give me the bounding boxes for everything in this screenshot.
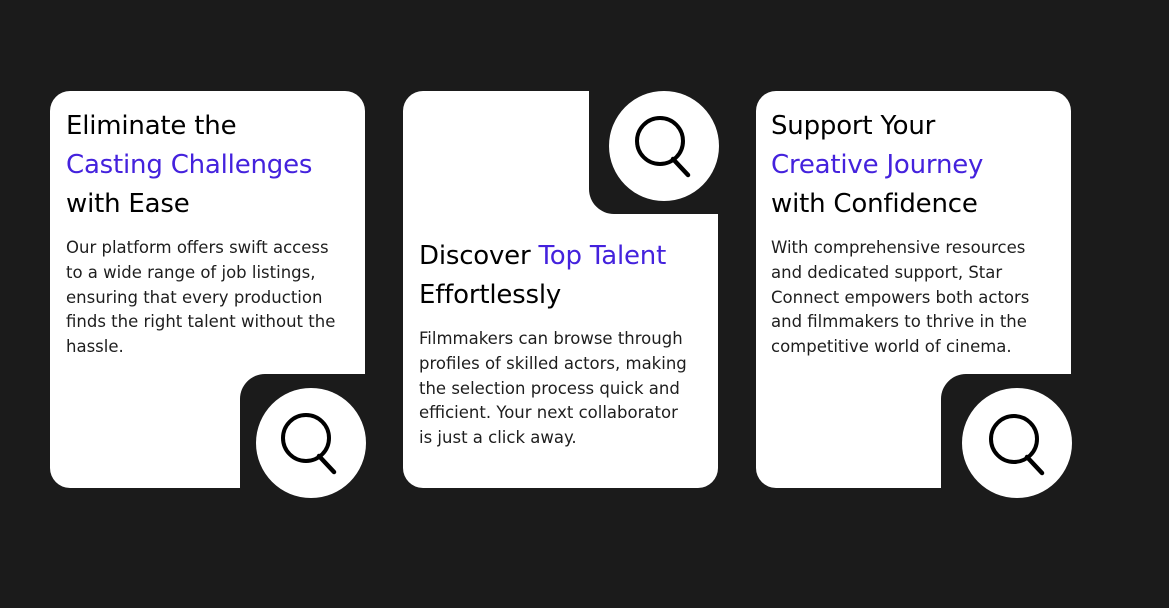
card-description-line: finds the right talent without the — [66, 312, 336, 332]
card-title-line: Eliminate the — [66, 111, 237, 141]
card-description-line: With comprehensive resources — [771, 238, 1026, 257]
card-description: With comprehensive resources and dedicat… — [771, 236, 1029, 360]
feature-card-support: Support Your Creative Journey with Confi… — [756, 91, 1072, 498]
card-title-accent: Casting Challenges — [66, 150, 313, 180]
card-description-line: and dedicated support, Star — [771, 262, 1003, 282]
card-title-line: Support Your — [771, 111, 936, 141]
search-icon-badge — [962, 388, 1072, 498]
search-icon-badge — [256, 388, 366, 498]
card-title-line: with Ease — [66, 189, 190, 219]
card-description: Our platform offers swift access to a wi… — [66, 236, 335, 360]
card-description-line: competitive world of cinema. — [771, 337, 1012, 357]
card-title-line: Discover — [419, 241, 539, 271]
feature-card-talent: Discover Top Talent Effortlessly Filmmak… — [403, 91, 719, 488]
card-description-line: Filmmakers can browse through — [419, 329, 683, 348]
card-title-line: Effortlessly — [419, 280, 562, 310]
card-title: Eliminate the Casting Challenges with Ea… — [66, 107, 312, 224]
search-icon — [989, 414, 1045, 476]
search-icon-badge — [609, 91, 719, 201]
card-description: Filmmakers can browse through profiles o… — [419, 327, 687, 451]
card-title-accent: Top Talent — [538, 241, 667, 271]
card-description-line: ensuring that every production — [66, 287, 323, 307]
card-description-line: profiles of skilled actors, making — [419, 353, 687, 373]
card-description-line: Our platform offers swift access — [66, 238, 329, 257]
search-icon — [635, 116, 691, 178]
feature-card-casting: Eliminate the Casting Challenges with Ea… — [50, 91, 366, 498]
card-description-line: efficient. Your next collaborator — [419, 403, 678, 423]
card-description-line: hassle. — [66, 337, 124, 357]
card-title-accent: Creative Journey — [771, 150, 984, 180]
card-description-line: to a wide range of job listings, — [66, 262, 316, 282]
card-title: Discover Top Talent Effortlessly — [419, 237, 666, 315]
search-icon — [281, 413, 337, 475]
card-description-line: Connect empowers both actors — [771, 287, 1030, 307]
card-description-line: is just a click away. — [419, 428, 577, 448]
card-description-line: and filmmakers to thrive in the — [771, 312, 1027, 332]
card-title: Support Your Creative Journey with Confi… — [771, 107, 983, 224]
card-description-line: the selection process quick and — [419, 378, 680, 398]
card-title-line: with Confidence — [771, 189, 978, 219]
